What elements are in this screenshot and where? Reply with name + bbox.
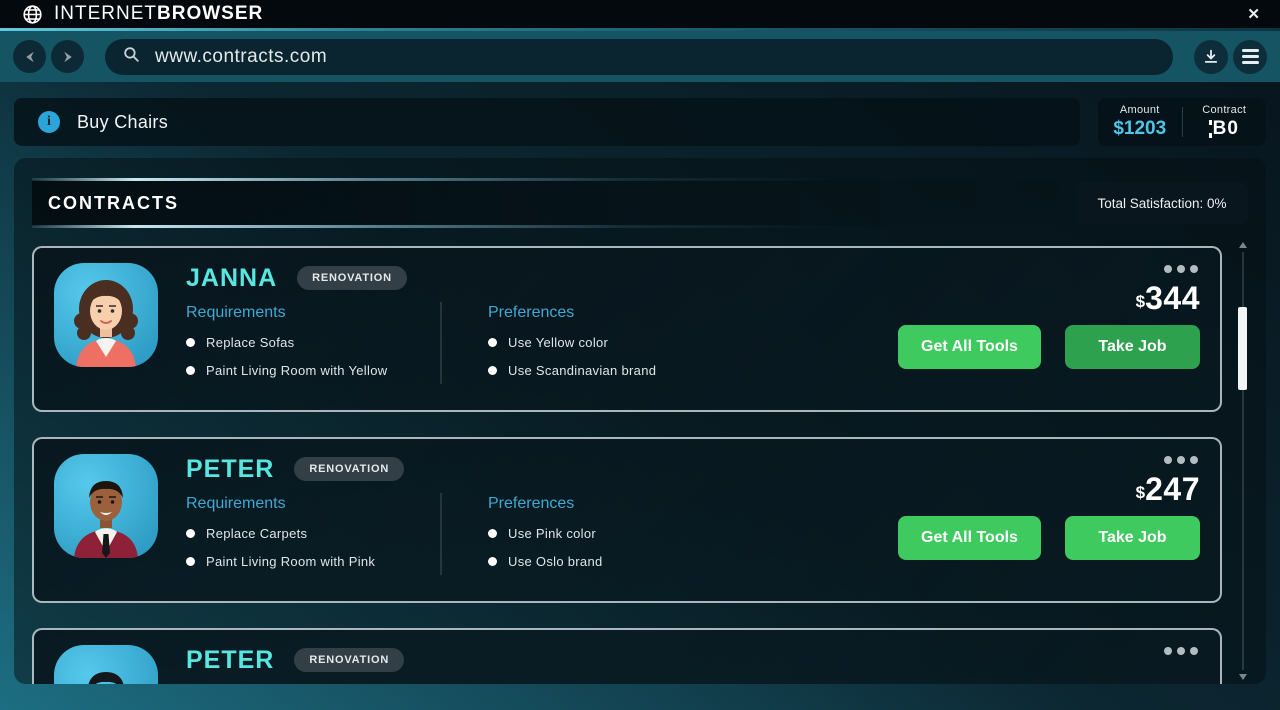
client-name: PETER [186, 455, 274, 484]
requirement-item: Paint Living Room with Pink [186, 554, 440, 569]
card-right-peter: $247 Get All Tools Take Job [870, 451, 1200, 581]
client-name: PETER [186, 646, 274, 675]
globe-icon [22, 4, 43, 25]
preferences-title: Preferences [488, 304, 870, 322]
amount-label: Amount [1120, 104, 1160, 116]
close-icon[interactable]: ✕ [1241, 5, 1266, 23]
bullet-dot-icon [488, 557, 497, 566]
scroll-up-icon[interactable] [1239, 242, 1247, 248]
contracts-scrollbar[interactable] [1238, 242, 1247, 680]
info-icon: i [38, 111, 60, 133]
forward-button[interactable] [51, 40, 84, 73]
contract-label: Contract [1202, 104, 1246, 116]
contract-value: B0 [1211, 118, 1238, 140]
more-options-icon[interactable] [1164, 265, 1198, 273]
contract-type-badge: RENOVATION [294, 457, 404, 481]
hamburger-icon [1242, 49, 1259, 64]
wallet-contract-col: Contract B0 [1183, 98, 1267, 146]
card-right-janna: $344 Get All Tools Take Job [870, 260, 1200, 390]
card-right-peter-2 [870, 642, 1200, 684]
top-row: i Buy Chairs Amount $1203 Contract B0 [14, 98, 1266, 146]
more-options-icon[interactable] [1164, 456, 1198, 464]
preference-item: Use Oslo brand [488, 554, 870, 569]
url-text: www.contracts.com [155, 46, 327, 68]
preference-item: Use Scandinavian brand [488, 363, 870, 378]
requirement-item: Replace Carpets [186, 526, 440, 541]
requirement-item: Replace Sofas [186, 335, 440, 350]
get-all-tools-button[interactable]: Get All Tools [898, 325, 1041, 369]
app-title-bold: BROWSER [157, 3, 263, 25]
url-bar[interactable]: www.contracts.com [105, 39, 1173, 75]
card-main-peter-2: PETER RENOVATION [186, 642, 440, 684]
bullet-dot-icon [186, 366, 195, 375]
quest-label: Buy Chairs [77, 112, 168, 133]
bullet-dot-icon [488, 338, 497, 347]
contract-price: $247 [1136, 472, 1200, 507]
card-prefs-peter: Preferences Use Pink color Use Oslo bran… [442, 451, 870, 581]
menu-button[interactable] [1233, 40, 1267, 74]
bullet-dot-icon [186, 529, 195, 538]
bullet-dot-icon [488, 529, 497, 538]
back-button[interactable] [13, 40, 46, 73]
contract-currency-icon: B [1211, 118, 1227, 140]
contracts-header: CONTRACTS Total Satisfaction: 0% [32, 180, 1248, 226]
card-prefs-janna: Preferences Use Yellow color Use Scandin… [442, 260, 870, 390]
preference-item: Use Yellow color [488, 335, 870, 350]
wallet-amount-col: Amount $1203 [1098, 98, 1182, 146]
search-icon [122, 45, 141, 69]
contracts-panel: CONTRACTS Total Satisfaction: 0% [14, 158, 1266, 684]
contracts-list: JANNA RENOVATION Requirements Replace So… [32, 246, 1248, 684]
scrollbar-track[interactable] [1242, 252, 1244, 670]
avatar-peter [54, 454, 158, 558]
titlebar: INTERNETBROWSER ✕ [0, 0, 1280, 28]
requirement-item: Paint Living Room with Yellow [186, 363, 440, 378]
app-title: INTERNETBROWSER [54, 3, 263, 25]
requirements-title: Requirements [186, 304, 440, 322]
browser-navbar: www.contracts.com [0, 31, 1280, 82]
avatar-peter-2 [54, 645, 158, 684]
scroll-down-icon[interactable] [1239, 674, 1247, 680]
page-content: i Buy Chairs Amount $1203 Contract B0 CO… [0, 82, 1280, 710]
contract-card-janna: JANNA RENOVATION Requirements Replace So… [32, 246, 1222, 412]
app-title-regular: INTERNET [54, 3, 157, 25]
contract-type-badge: RENOVATION [297, 266, 407, 290]
card-spacer [440, 642, 870, 684]
browser-window: INTERNETBROWSER ✕ www.contracts.com [0, 0, 1280, 710]
client-name: JANNA [186, 264, 277, 293]
contract-card-peter: PETER RENOVATION Requirements Replace Ca… [32, 437, 1222, 603]
get-all-tools-button[interactable]: Get All Tools [898, 516, 1041, 560]
scrollbar-thumb[interactable] [1238, 307, 1247, 390]
contract-card-peter-2: PETER RENOVATION [32, 628, 1222, 684]
amount-value: $1203 [1113, 118, 1166, 140]
contract-count: 0 [1227, 118, 1238, 140]
bullet-dot-icon [186, 338, 195, 347]
preference-item: Use Pink color [488, 526, 870, 541]
bullet-dot-icon [186, 557, 195, 566]
take-job-button[interactable]: Take Job [1065, 516, 1200, 560]
more-options-icon[interactable] [1164, 647, 1198, 655]
card-main-peter: PETER RENOVATION Requirements Replace Ca… [186, 451, 440, 581]
contracts-title-strip: CONTRACTS [32, 180, 1058, 226]
total-satisfaction-badge: Total Satisfaction: 0% [1076, 182, 1248, 224]
preferences-title: Preferences [488, 495, 870, 513]
contract-type-badge: RENOVATION [294, 648, 404, 672]
contract-price: $344 [1136, 281, 1200, 316]
avatar-janna [54, 263, 158, 367]
bullet-dot-icon [488, 366, 497, 375]
download-button[interactable] [1194, 40, 1228, 74]
wallet-panel: Amount $1203 Contract B0 [1098, 98, 1266, 146]
card-main-janna: JANNA RENOVATION Requirements Replace So… [186, 260, 440, 390]
requirements-title: Requirements [186, 495, 440, 513]
contracts-title: CONTRACTS [48, 193, 179, 214]
quest-notification: i Buy Chairs [14, 98, 1080, 146]
take-job-button[interactable]: Take Job [1065, 325, 1200, 369]
